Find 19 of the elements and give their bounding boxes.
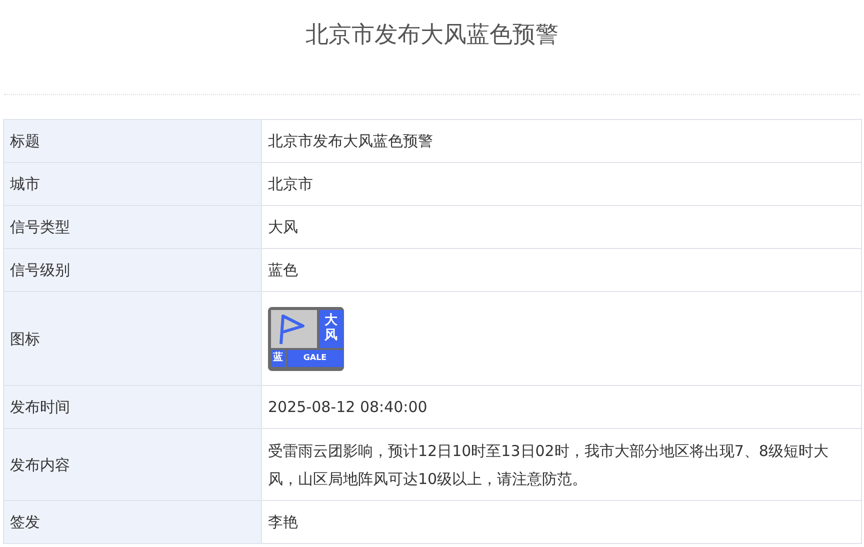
field-value: 蓝色 bbox=[262, 248, 862, 292]
field-value: 北京市 bbox=[262, 162, 862, 206]
field-label: 信号类型 bbox=[4, 206, 262, 248]
field-value: 李艳 bbox=[262, 500, 862, 544]
field-label: 签发 bbox=[4, 500, 262, 544]
field-label: 图标 bbox=[4, 292, 262, 386]
field-label: 城市 bbox=[4, 162, 262, 206]
page-title: 北京市发布大风蓝色预警 bbox=[304, 21, 560, 50]
field-label: 信号级别 bbox=[4, 248, 262, 292]
field-label: 标题 bbox=[4, 120, 262, 162]
signal-level-text: 蓝 bbox=[273, 353, 283, 363]
field-label: 发布内容 bbox=[4, 428, 262, 500]
signal-type-text: 大风 bbox=[324, 314, 338, 343]
signal-code-text: GALE bbox=[303, 354, 327, 362]
field-value: 大风 bbox=[262, 206, 862, 248]
field-value: 北京市发布大风蓝色预警 bbox=[262, 120, 862, 162]
field-label: 发布时间 bbox=[4, 386, 262, 428]
field-value: 受雷雨云团影响，预计12日10时至13日02时，我市大部分地区将出现7、8级短时大风，山区局地阵风可达10级以上，请注意防范。 bbox=[262, 428, 862, 500]
field-value: 2025-08-12 08:40:00 bbox=[262, 386, 862, 428]
